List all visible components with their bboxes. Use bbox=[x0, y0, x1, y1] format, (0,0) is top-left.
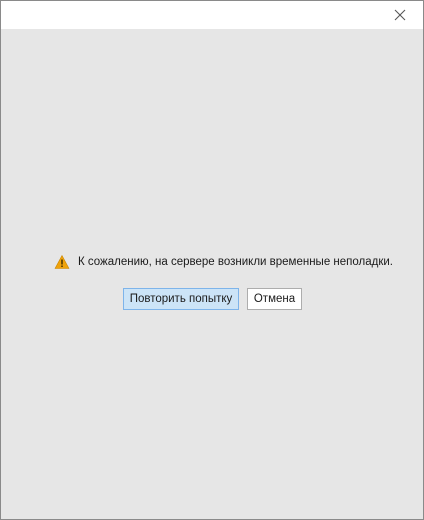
warning-triangle-icon bbox=[54, 255, 70, 269]
retry-button[interactable]: Повторить попытку bbox=[123, 288, 239, 310]
error-message-row: К сожалению, на сервере возникли временн… bbox=[54, 254, 393, 270]
dialog-content: К сожалению, на сервере возникли временн… bbox=[1, 29, 423, 519]
dialog-window: К сожалению, на сервере возникли временн… bbox=[0, 0, 424, 520]
title-bar bbox=[1, 1, 423, 29]
cancel-button[interactable]: Отмена bbox=[247, 288, 302, 310]
error-message: К сожалению, на сервере возникли временн… bbox=[78, 256, 393, 268]
close-icon bbox=[394, 9, 406, 21]
close-button[interactable] bbox=[377, 1, 423, 29]
